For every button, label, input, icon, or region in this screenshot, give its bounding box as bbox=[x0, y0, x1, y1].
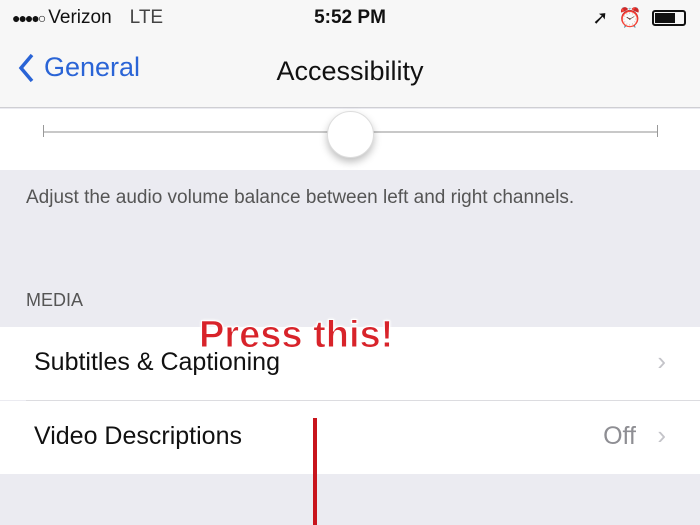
media-section-header: MEDIA bbox=[26, 290, 84, 310]
balance-footer: Adjust the audio volume balance between … bbox=[26, 187, 575, 208]
slider-thumb[interactable] bbox=[327, 111, 374, 158]
alarm-icon: ⏰ bbox=[618, 8, 642, 29]
right-tick bbox=[657, 125, 658, 137]
row-value: Off bbox=[603, 422, 636, 450]
video-descriptions-row[interactable]: Video Descriptions Off › bbox=[0, 401, 700, 474]
annotation-arrow bbox=[313, 418, 317, 525]
balance-slider[interactable] bbox=[0, 109, 700, 170]
location-icon: ➚ bbox=[592, 7, 609, 29]
chevron-right-icon: › bbox=[657, 420, 666, 450]
annotation-text: Press this! bbox=[198, 314, 394, 357]
row-label: Video Descriptions bbox=[34, 422, 242, 450]
left-tick bbox=[43, 125, 44, 137]
chevron-right-icon: › bbox=[657, 346, 666, 376]
navigation-bar: General Accessibility bbox=[0, 36, 700, 108]
battery-icon bbox=[652, 10, 686, 26]
page-title: Accessibility bbox=[276, 56, 424, 86]
status-bar: ●●●●○ Verizon LTE 5:52 PM ➚ ⏰ bbox=[0, 0, 700, 36]
